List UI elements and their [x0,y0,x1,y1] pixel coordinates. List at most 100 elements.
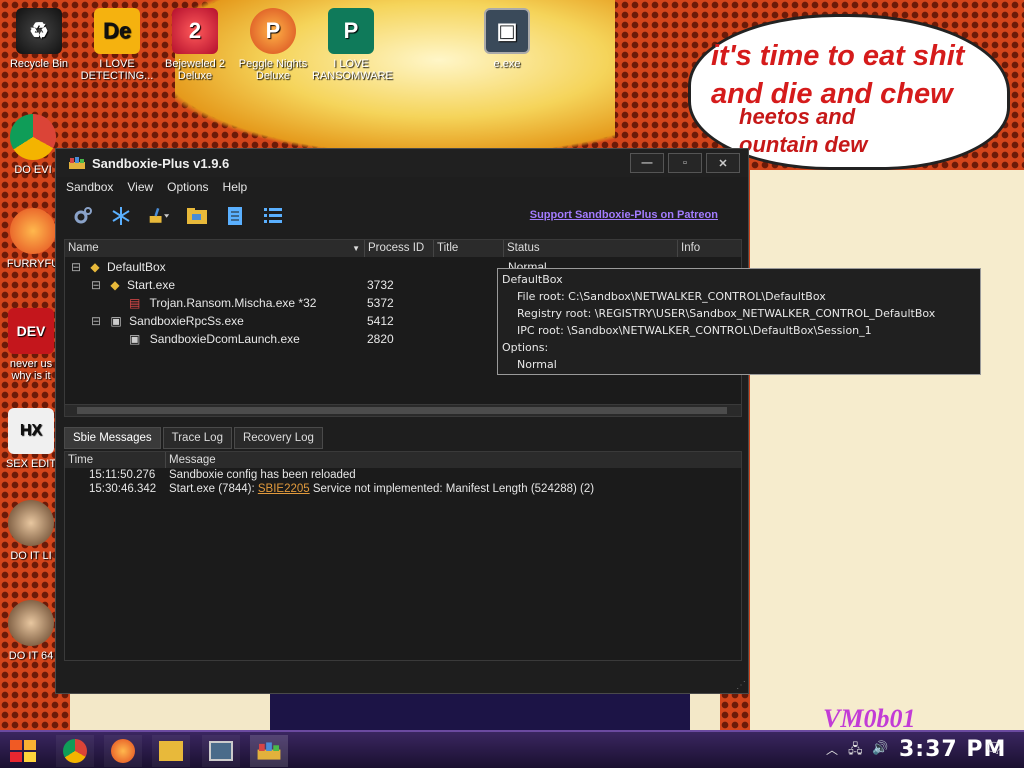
peggle-icon: P [250,8,296,54]
log-tabs: Sbie Messages Trace Log Recovery Log [64,427,323,449]
freeze-snowflake-icon[interactable] [110,205,132,227]
start-button[interactable] [8,736,38,766]
desktop-icon-peggle[interactable]: P Peggle Nights Deluxe [234,8,312,82]
desktop-icon-label: I LOVE DETECTING... [80,58,154,82]
desktop-icon-label: DO IT 64 [8,650,54,662]
column-process-id[interactable]: Process ID [365,240,434,257]
start-exe-icon: ◆ [110,278,120,292]
column-status[interactable]: Status [504,240,678,257]
tree-row-name: Trojan.Ransom.Mischa.exe *32 [149,296,317,310]
window-title: Sandboxie-Plus v1.9.6 [92,155,230,171]
menu-options[interactable]: Options [167,180,208,194]
settings-gears-icon[interactable] [72,205,94,227]
chrome-icon [10,114,56,160]
speech-overlay-2: ountain dew [739,132,868,157]
speech-overlay: heetos and ountain dew [739,103,867,159]
tooltip-title: DefaultBox [502,273,563,286]
list-view-icon[interactable] [262,205,284,227]
service-icon: ▣ [110,314,122,328]
column-title[interactable]: Title [434,240,504,257]
taskbar-firefox[interactable] [104,735,142,767]
taskbar-sandboxie[interactable] [250,735,288,767]
firefox-icon [111,739,135,763]
desktop-icon-hxd[interactable]: HX SEX EDIT [0,408,62,470]
volume-icon[interactable]: 🔊 [872,740,888,756]
desktop-icon-label: Recycle Bin [9,58,69,70]
desktop-icon-do-it-64[interactable]: DO IT 64 [0,600,62,662]
start-logo-icon [10,740,36,762]
column-time[interactable]: Time [65,452,166,468]
desktop-icon-bejeweled[interactable]: 2 Bejeweled 2 Deluxe [156,8,234,82]
menu-sandbox[interactable]: Sandbox [66,180,113,194]
chrome-icon [63,739,87,763]
open-folder-icon[interactable] [186,205,208,227]
log-row[interactable]: 15:11:50.276 Sandboxie config has been r… [65,468,741,482]
wallpaper-shirt-dark [270,690,690,735]
close-button[interactable]: ✕ [706,153,740,173]
window-controls: — ▫ ✕ [630,153,740,173]
menu-help[interactable]: Help [223,180,248,194]
notes-icon[interactable] [224,205,246,227]
collapse-icon[interactable]: ⊟ [91,314,101,328]
desktop-icon-label: e.exe [493,58,521,70]
desktop-icon-e-exe[interactable]: ▣ e.exe [468,8,546,70]
desktop-icon-label: SEX EDIT [5,458,57,470]
de-app-icon: De [94,8,140,54]
taskbar-file-explorer[interactable] [152,735,190,767]
tree-row-name: SandboxieRpcSs.exe [129,314,244,328]
tab-recovery-log[interactable]: Recovery Log [233,427,323,449]
desktop-icon-ransomware[interactable]: P I LOVE RANSOMWARE [312,8,393,82]
desktop-icon-label: Bejeweled 2 Deluxe [165,58,225,82]
tab-trace-log[interactable]: Trace Log [162,427,232,449]
tray-chevron-icon[interactable]: ︿ [826,741,838,758]
desktop-icon-recycle-bin[interactable]: ♻ Recycle Bin [0,8,78,70]
sandboxie-window[interactable]: Sandboxie-Plus v1.9.6 — ▫ ✕ Sandbox View… [55,148,749,694]
sbie-code-link[interactable]: SBIE2205 [258,483,310,495]
speech-overlay-1: heetos and [739,104,856,129]
bejeweled-icon: 2 [172,8,218,54]
column-message[interactable]: Message [166,452,741,468]
service-icon: ▣ [129,332,141,346]
window-titlebar[interactable]: Sandboxie-Plus v1.9.6 — ▫ ✕ [56,149,748,177]
log-row[interactable]: 15:30:46.342 Start.exe (7844): SBIE2205 … [65,482,741,496]
desktop-icon-label: DO IT LI [10,550,52,562]
sandboxie-icon [257,742,281,760]
minimize-button[interactable]: — [630,153,664,173]
log-message: Start.exe (7844): SBIE2205 Service not i… [165,482,594,496]
hxd-icon: HX [8,408,54,454]
taskbar-remote-desktop[interactable] [202,735,240,767]
portrait-64-icon [8,600,54,646]
pdf-exe-icon: ▤ [129,296,141,310]
tree-row-pid: 5372 [367,296,394,310]
tab-sbie-messages[interactable]: Sbie Messages [64,427,161,449]
column-name[interactable]: Name ▼ [65,240,365,257]
message-log[interactable]: Time Message 15:11:50.276 Sandboxie conf… [64,451,742,661]
wallpaper-speech-bubble: it's time to eat shit and die and chew h… [688,14,1010,170]
taskbar-chrome[interactable] [56,735,94,767]
desktop-icon-devcpp[interactable]: DEV never us why is it [0,308,62,382]
desktop-icon-do-it-li[interactable]: DO IT LI [0,500,62,562]
collapse-icon[interactable]: ⊟ [71,260,81,274]
patreon-link[interactable]: Support Sandboxie-Plus on Patreon [530,209,718,221]
tooltip-ipc-root: IPC root: \Sandbox\NETWALKER_CONTROL\Def… [517,324,872,337]
recycle-bin-icon: ♻ [16,8,62,54]
cleanup-broom-icon[interactable] [148,205,170,227]
desktop-icon-detecting[interactable]: De I LOVE DETECTING... [78,8,156,82]
notifications-icon[interactable]: 🗨 [984,739,1003,757]
column-info[interactable]: Info [678,240,741,257]
log-message-text: Service not implemented: Manifest Length… [309,483,595,495]
desktop-icon-label: never us why is it [9,358,53,382]
tooltip-options-value: Normal [517,358,557,371]
resize-grip-icon[interactable]: ⋰ [736,680,746,691]
speech-line-1: it's time to eat shit [711,40,965,72]
network-icon[interactable]: 🖧 [848,740,863,762]
tree-horizontal-scrollbar[interactable] [65,404,741,416]
sandboxie-logo-icon [69,157,85,169]
menu-view[interactable]: View [127,180,153,194]
scrollbar-thumb[interactable] [77,407,727,414]
collapse-icon[interactable]: ⊟ [91,278,101,292]
tree-row-name: Start.exe [126,278,176,292]
tree-row-name: SandboxieDcomLaunch.exe [149,332,300,346]
log-time: 15:30:46.342 [89,483,157,495]
maximize-button[interactable]: ▫ [668,153,702,173]
